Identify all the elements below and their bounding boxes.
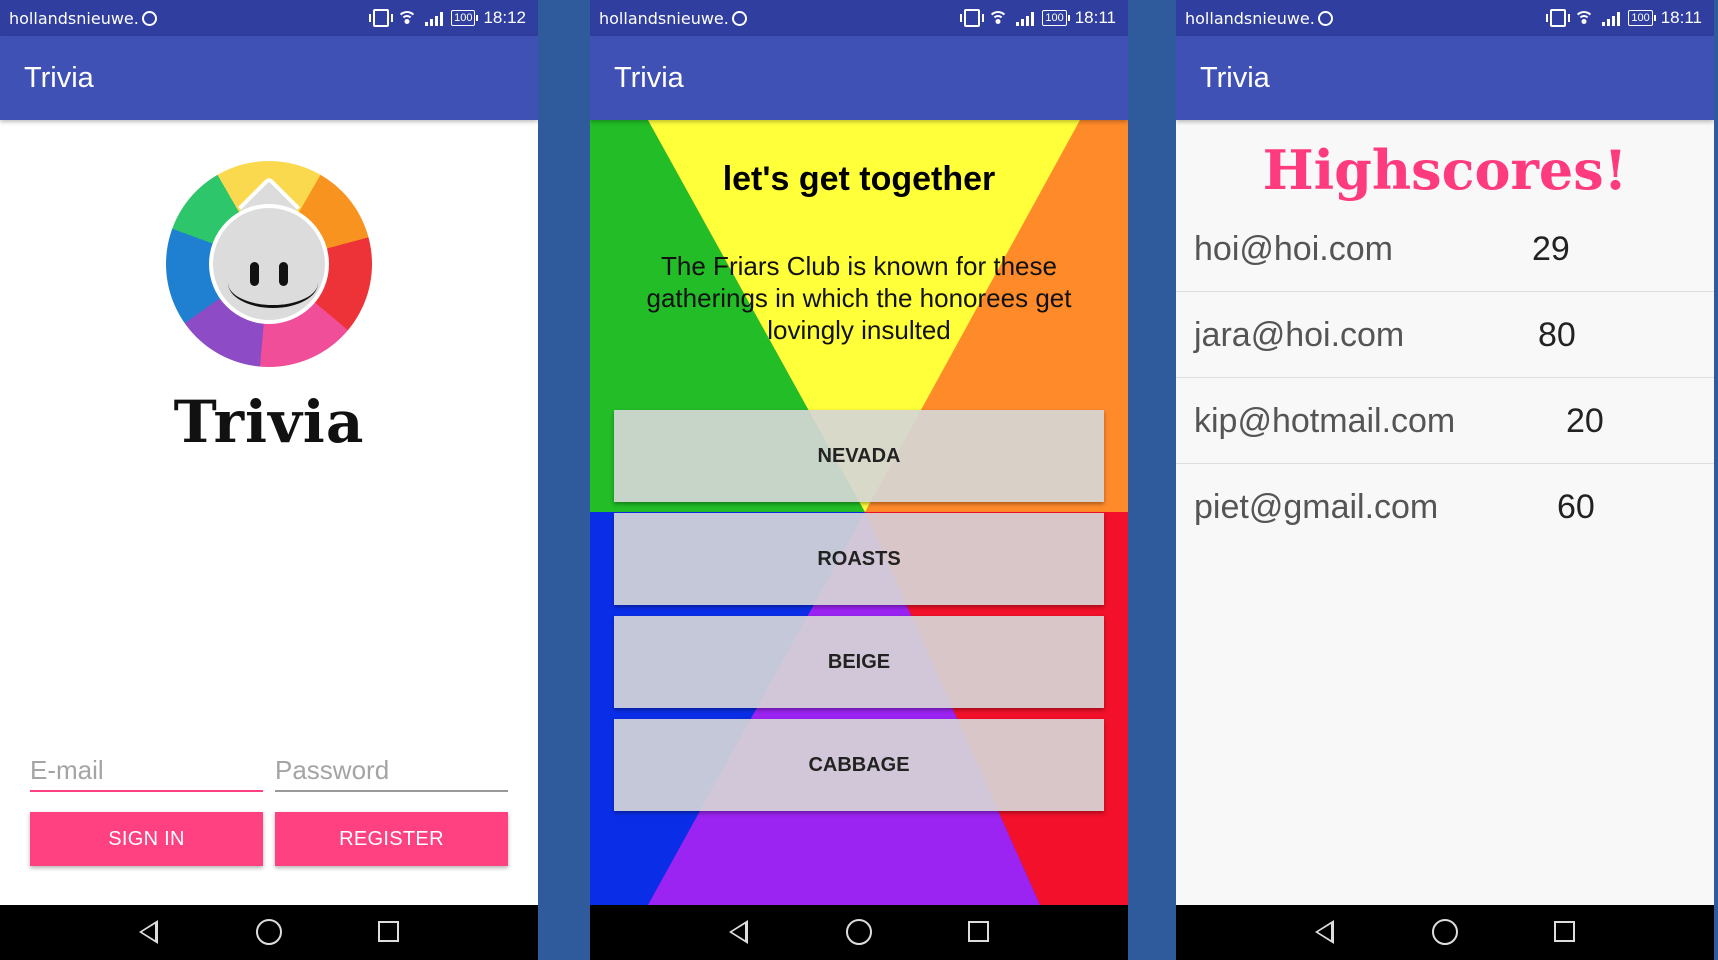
nav-back-icon[interactable] [1315, 920, 1334, 944]
score-email: kip@hotmail.com [1194, 402, 1456, 440]
battery-icon: 100 [1042, 10, 1071, 26]
list-item[interactable]: piet@gmail.com 60 [1176, 464, 1714, 550]
signal-icon [425, 11, 444, 26]
battery-icon: 100 [1628, 10, 1657, 26]
list-item[interactable]: jara@hoi.com 80 [1176, 292, 1714, 378]
email-input[interactable] [30, 750, 263, 790]
score-email: jara@hoi.com [1194, 316, 1405, 354]
vibrate-icon [960, 9, 985, 27]
answer-button-beige[interactable]: BEIGE [614, 616, 1104, 708]
email-field [30, 750, 263, 792]
vibrate-icon [1546, 9, 1571, 27]
battery-icon: 100 [451, 10, 479, 26]
brand-title: Trivia [173, 388, 365, 456]
status-time: 18:11 [1660, 8, 1702, 27]
app-bar: Trivia [1176, 36, 1714, 120]
status-time: 18:12 [483, 8, 526, 27]
whatsapp-icon [141, 11, 157, 26]
app-bar: Trivia [590, 36, 1128, 120]
nav-home-icon[interactable] [256, 919, 282, 945]
login-screen: hollandsnieuwe. 100 18:12 Trivia Trivia … [0, 0, 538, 960]
highscores-title: Highscores! [1262, 138, 1628, 202]
list-item[interactable]: hoi@hoi.com 29 [1176, 206, 1714, 292]
password-input[interactable] [275, 750, 508, 790]
score-email: piet@gmail.com [1194, 488, 1439, 526]
score-value: 80 [1538, 316, 1576, 354]
whatsapp-icon [731, 11, 747, 26]
app-title: Trivia [24, 62, 94, 94]
answer-button-roasts[interactable]: ROASTS [614, 513, 1104, 605]
app-bar: Trivia [0, 36, 538, 120]
highscores-screen: hollandsnieuwe. 100 18:11 Trivia Highsco… [1176, 0, 1714, 960]
score-email: hoi@hoi.com [1194, 230, 1393, 268]
nav-home-icon[interactable] [846, 919, 872, 945]
carrier-label: hollandsnieuwe. [9, 9, 157, 28]
carrier-label: hollandsnieuwe. [599, 9, 747, 28]
register-button[interactable]: REGISTER [275, 812, 508, 866]
nav-bar [590, 905, 1128, 960]
question-screen: hollandsnieuwe. 100 18:11 Trivia let's g… [590, 0, 1128, 960]
wifi-icon [1574, 11, 1595, 25]
status-bar: hollandsnieuwe. 100 18:11 [590, 0, 1128, 36]
answer-button-cabbage[interactable]: CABBAGE [614, 719, 1104, 811]
vibrate-icon [369, 9, 394, 27]
password-field [275, 750, 508, 792]
question-title: let's get together [722, 160, 996, 198]
status-bar: hollandsnieuwe. 100 18:11 [1176, 0, 1714, 36]
wifi-icon [988, 11, 1009, 25]
trivia-logo-icon [166, 161, 372, 367]
sign-in-button[interactable]: SIGN IN [30, 812, 263, 866]
score-value: 20 [1566, 402, 1604, 440]
status-bar: hollandsnieuwe. 100 18:12 [0, 0, 538, 36]
app-title: Trivia [614, 62, 684, 94]
carrier-label: hollandsnieuwe. [1185, 9, 1333, 28]
question-text: The Friars Club is known for these gathe… [646, 251, 1072, 345]
signal-icon [1602, 11, 1621, 26]
nav-recents-icon[interactable] [968, 921, 989, 942]
score-value: 29 [1532, 230, 1570, 268]
logo-face [209, 204, 329, 324]
whatsapp-icon [1317, 11, 1333, 26]
nav-back-icon[interactable] [729, 920, 748, 944]
list-item[interactable]: kip@hotmail.com 20 [1176, 378, 1714, 464]
nav-recents-icon[interactable] [1554, 921, 1575, 942]
nav-bar [1176, 905, 1714, 960]
nav-recents-icon[interactable] [378, 921, 399, 942]
app-title: Trivia [1200, 62, 1270, 94]
nav-bar [0, 905, 538, 960]
score-value: 60 [1557, 488, 1595, 526]
nav-home-icon[interactable] [1432, 919, 1458, 945]
logo-smile [228, 258, 318, 308]
answer-button-nevada[interactable]: NEVADA [614, 410, 1104, 502]
wifi-icon [397, 11, 418, 25]
nav-back-icon[interactable] [139, 920, 158, 944]
signal-icon [1016, 11, 1035, 26]
status-time: 18:11 [1074, 8, 1116, 27]
